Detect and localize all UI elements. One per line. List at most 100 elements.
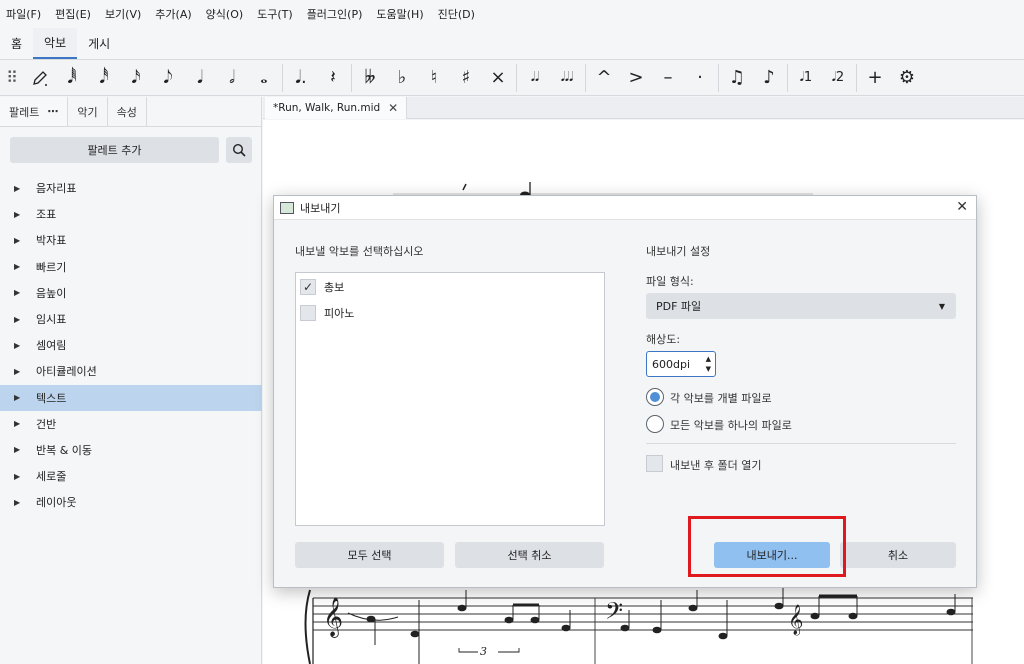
tuplet-bracket [458,648,520,653]
deselect-button[interactable]: 선택 취소 [455,542,604,568]
search-button[interactable] [226,137,252,163]
palette-item-barlines[interactable]: ▶ 세로줄 [0,463,262,489]
close-tab-icon[interactable]: ✕ [388,101,398,115]
palette-item-text[interactable]: ▶ 텍스트 [0,384,262,411]
document-tab[interactable]: *Run, Walk, Run.mid ✕ [265,97,408,119]
select-all-button[interactable]: 모두 선택 [295,542,444,568]
menu-add[interactable]: 추가(A) [155,6,191,22]
palette-item-accidentals[interactable]: ▶ 임시표 [0,306,262,332]
duration-whole-icon[interactable]: 𝅝 [248,64,280,92]
palette-item-key-signatures[interactable]: ▶ 조표 [0,201,262,227]
more-options-icon[interactable]: ⋯ [47,105,58,118]
duration-half-icon[interactable]: 𝅗𝅥 [216,64,248,92]
palette-item-clefs[interactable]: ▶ 음자리표 [0,175,262,201]
expand-arrow-icon: ▶ [14,497,21,507]
double-sharp-icon[interactable]: × [482,64,514,92]
tuplet-icon[interactable]: ♫ [721,64,753,92]
panel-tabs: 팔레트 ⋯ 악기 속성 [0,97,261,127]
resolution-spinbox[interactable]: 600dpi ▲ ▼ [646,351,716,377]
duration-32nd-icon[interactable]: 𝅘𝅥𝅰 [88,64,120,92]
checkbox-open-folder[interactable] [646,455,663,472]
menu-help[interactable]: 도움말(H) [376,6,423,22]
dialog-title: 내보내기 [300,201,341,215]
cancel-button[interactable]: 취소 [840,542,956,568]
natural-icon[interactable]: ♮ [418,64,450,92]
toolbar-settings-icon[interactable]: ⚙ [891,64,923,92]
export-settings-label: 내보내기 설정 [646,245,711,258]
accent-icon[interactable]: > [620,64,652,92]
export-dialog: 내보내기 ✕ 내보낼 악보를 선택하십시오 ✓ 총보 피아노 모두 선택 선택 … [273,195,977,588]
stems [374,588,956,664]
flip-direction-icon[interactable]: ♪ [753,64,785,92]
marcato-icon[interactable]: ^ [588,64,620,92]
part-label: 총보 [324,281,345,294]
toolbar-separator [856,63,857,92]
tab-properties[interactable]: 속성 [108,97,147,126]
double-flat-icon[interactable]: 𝄫 [354,64,386,92]
expand-arrow-icon: ▶ [14,183,21,193]
toolbar-grip-icon[interactable]: ⠿ [0,68,24,87]
palette-item-time-signatures[interactable]: ▶ 박자표 [0,227,262,253]
part-row-piano[interactable]: 피아노 [300,304,354,322]
sharp-icon[interactable]: ♯ [450,64,482,92]
palette-item-articulations[interactable]: ▶ 아티큘레이션 [0,358,262,384]
expand-arrow-icon: ▶ [14,471,21,481]
augmentation-dot-icon[interactable]: 𝅘𝅥. [285,64,317,92]
spin-arrows-icon[interactable]: ▲ ▼ [706,354,711,374]
tenuto-icon[interactable]: – [652,64,684,92]
palette-list: ▶ 음자리표 ▶ 조표 ▶ 박자표 ▶ 빠르기 ▶ 음높이 ▶ 임시표 ▶ 셈여림 ▶ 아티큘레… [0,175,262,515]
checkbox-piano[interactable] [300,305,316,321]
expand-arrow-icon: ▶ [14,340,21,350]
brace [304,589,311,664]
tab-home[interactable]: 홈 [0,28,33,59]
toolbar-separator [282,63,283,92]
menu-format[interactable]: 양식(O) [206,6,243,22]
palette-item-tempo[interactable]: ▶ 빠르기 [0,254,262,280]
palette-item-layout[interactable]: ▶ 레이아웃 [0,489,262,515]
palette-item-pitch[interactable]: ▶ 음높이 [0,280,262,306]
radio-separate-label: 각 악보를 개별 파일로 [670,392,772,405]
menu-tools[interactable]: 도구(T) [257,6,293,22]
duration-eighth-icon[interactable]: 𝅘𝅥𝅮 [152,64,184,92]
note-input-toolbar: ⠿ 𝅘𝅥𝅱 𝅘𝅥𝅰 𝅘𝅥𝅯 𝅘𝅥𝅮 𝅘𝅥 𝅗𝅥 𝅝 𝅘𝅥. 𝄽 𝄫 ♭ ♮ ♯ … [0,60,1024,96]
palette-item-dynamics[interactable]: ▶ 셈여림 [0,332,262,358]
duration-16th-icon[interactable]: 𝅘𝅥𝅯 [120,64,152,92]
tab-publish[interactable]: 게시 [77,28,121,59]
menu-view[interactable]: 보기(V) [105,6,141,22]
menu-plugins[interactable]: 플러그인(P) [307,6,363,22]
menu-edit[interactable]: 편집(E) [55,6,91,22]
open-folder-label: 내보낸 후 폴더 열기 [670,459,762,472]
select-scores-label: 내보낼 악보를 선택하십시오 [295,245,424,258]
checkbox-full-score[interactable]: ✓ [300,279,316,295]
add-palette-button[interactable]: 팔레트 추가 [10,137,219,163]
menu-file[interactable]: 파일(F) [6,6,41,22]
part-row-full-score[interactable]: ✓ 총보 [300,278,344,296]
menu-bar: 파일(F) 편집(E) 보기(V) 추가(A) 양식(O) 도구(T) 플러그인… [0,0,1024,28]
tab-score[interactable]: 악보 [33,28,78,59]
palette-item-keyboard[interactable]: ▶ 건반 [0,411,262,437]
note-input-pen-icon[interactable] [24,64,56,92]
voice-1-icon[interactable]: 𝅘𝅥1 [790,64,822,92]
close-icon[interactable]: ✕ [956,199,968,215]
expand-arrow-icon: ▶ [14,288,21,298]
add-icon[interactable]: + [859,64,891,92]
radio-single-label: 모든 악보를 하나의 파일로 [670,419,792,432]
tab-palettes-label: 팔레트 [9,105,40,119]
slur-icon[interactable]: 𝅘𝅥𝅘𝅥𝅘𝅥 [551,64,583,92]
voice-2-icon[interactable]: 𝅘𝅥2 [822,64,854,92]
radio-separate-files[interactable] [646,388,664,406]
duration-quarter-icon[interactable]: 𝅘𝅥 [184,64,216,92]
tab-palettes[interactable]: 팔레트 ⋯ [0,97,69,126]
tab-instruments[interactable]: 악기 [68,97,108,126]
file-format-select[interactable]: PDF 파일 ▼ [646,293,956,319]
tuplet-number: 3 [480,645,487,658]
staccato-icon[interactable]: · [684,64,716,92]
tie-icon[interactable]: 𝅘𝅥𝅘𝅥 [519,64,551,92]
menu-diagnostic[interactable]: 진단(D) [438,6,475,22]
flat-icon[interactable]: ♭ [386,64,418,92]
resolution-value: 600dpi [652,357,691,371]
rest-icon[interactable]: 𝄽 [317,64,349,92]
duration-64th-icon[interactable]: 𝅘𝅥𝅱 [56,64,88,92]
palette-item-repeats-jumps[interactable]: ▶ 반복 & 이동 [0,437,262,463]
radio-single-file[interactable] [646,415,664,433]
